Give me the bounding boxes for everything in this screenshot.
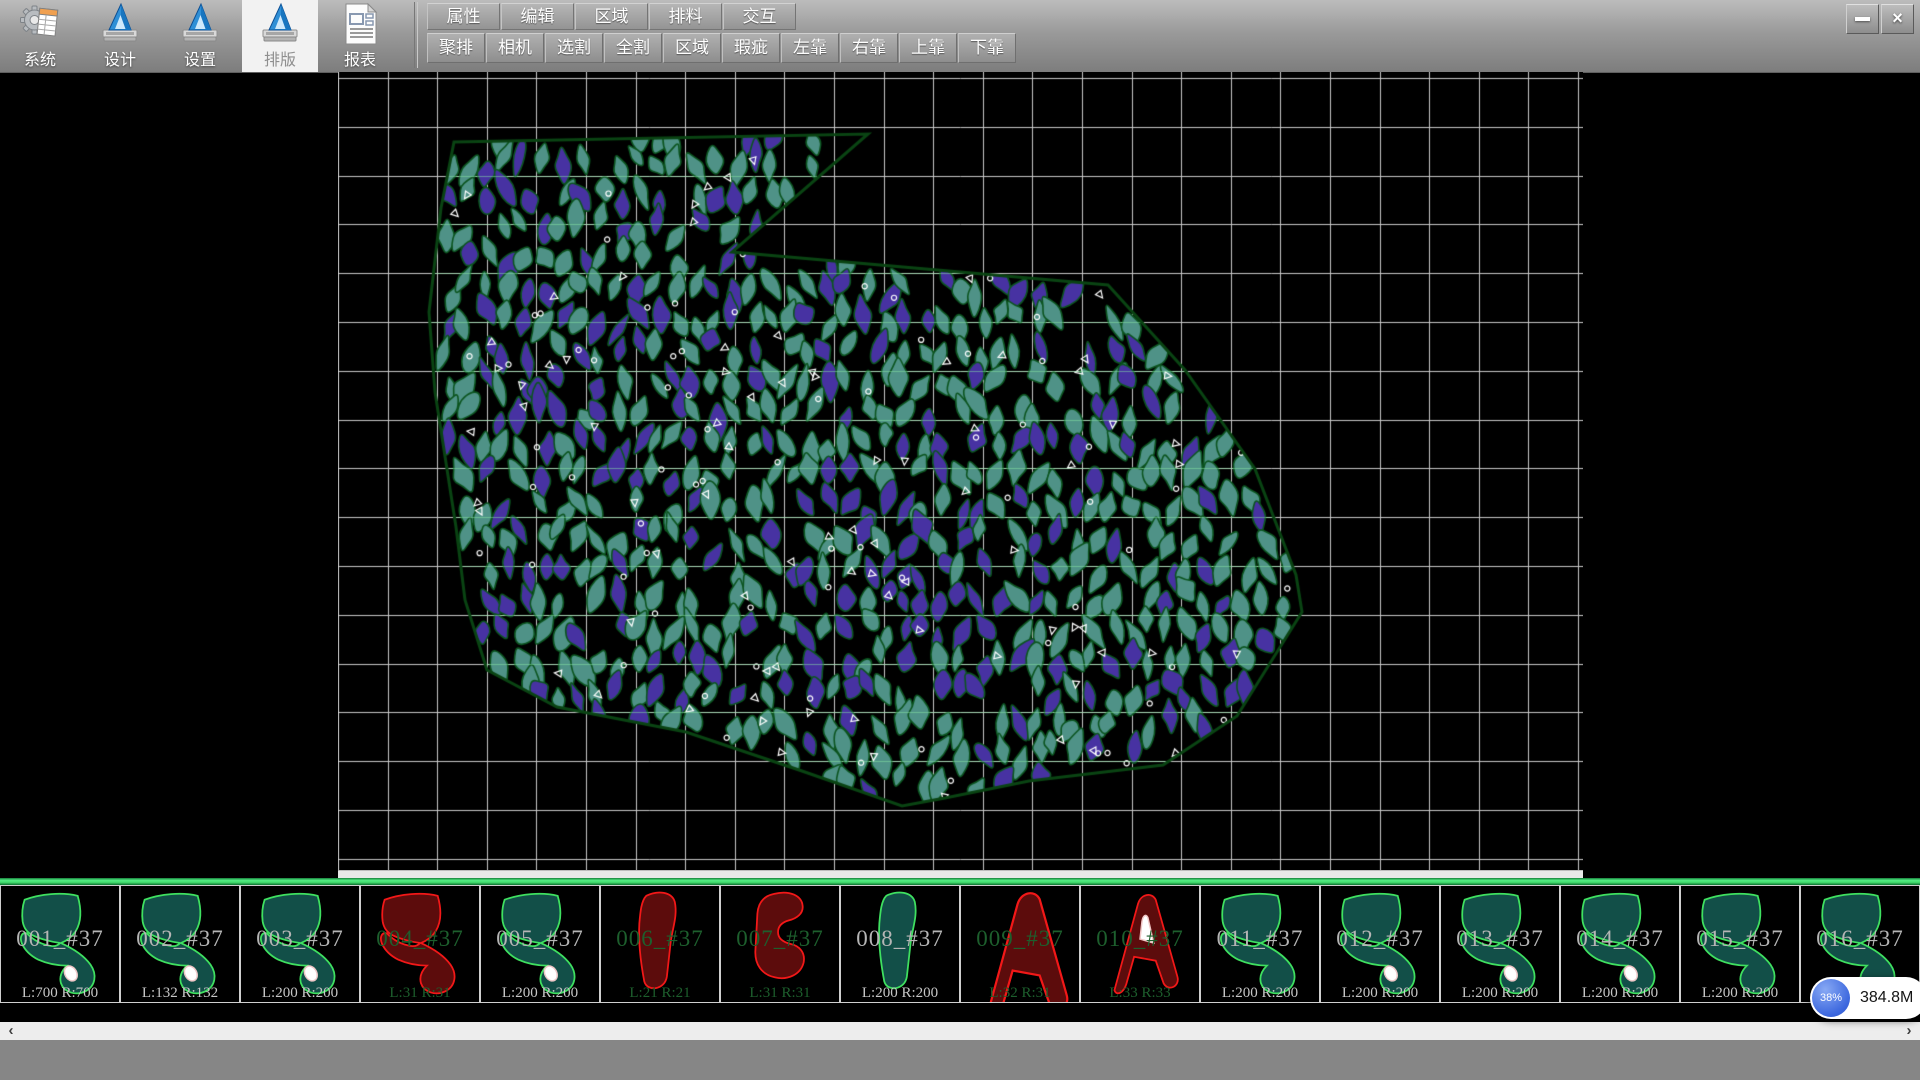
piece-id-label: 014_#37 [1561, 926, 1679, 952]
action-button-区域[interactable]: 区域 [663, 33, 721, 63]
piece-thumbnail-003_#37[interactable]: 003_#37 L:200 R:200 [240, 885, 360, 1003]
piece-id-label: 002_#37 [121, 926, 239, 952]
piece-id-label: 003_#37 [241, 926, 359, 952]
piece-count-label: L:31 R:31 [361, 985, 479, 1002]
piece-thumbnail-007_#37[interactable]: 007_#37 L:31 R:31 [720, 885, 840, 1003]
toolbar-divider [414, 2, 418, 68]
piece-id-label: 004_#37 [361, 926, 479, 952]
window-bottom-frame [0, 1040, 1920, 1080]
piece-thumbnail-010_#37[interactable]: 010_#37 L:33 R:33 [1080, 885, 1200, 1003]
set-square-icon [100, 2, 140, 46]
nesting-canvas[interactable] [338, 72, 1583, 870]
piece-thumbnail-001_#37[interactable]: 001_#37 L:700 R:700 [0, 885, 120, 1003]
piece-id-label: 016_#37 [1801, 926, 1919, 952]
piece-id-label: 007_#37 [721, 926, 839, 952]
piece-count-label: L:200 R:200 [841, 985, 959, 1002]
action-button-选割[interactable]: 选割 [545, 33, 603, 63]
piece-thumbnail-strip: 001_#37 L:700 R:700 002_#37 L:132 R:132 … [0, 885, 1920, 1003]
main-button-report[interactable]: 报表 [322, 0, 398, 72]
piece-thumbnail-004_#37[interactable]: 004_#37 L:31 R:31 [360, 885, 480, 1003]
memory-usage-badge[interactable]: 38% 384.8M [1810, 977, 1920, 1019]
main-button-label: 设计 [82, 46, 158, 70]
action-button-右靠[interactable]: 右靠 [840, 33, 898, 63]
piece-thumbnail-013_#37[interactable]: 013_#37 L:200 R:200 [1440, 885, 1560, 1003]
piece-count-label: L:200 R:200 [241, 985, 359, 1002]
piece-count-label: L:200 R:200 [1201, 985, 1319, 1002]
action-button-瑕疵[interactable]: 瑕疵 [722, 33, 780, 63]
piece-id-label: 011_#37 [1201, 926, 1319, 952]
piece-count-label: L:200 R:200 [1561, 985, 1679, 1002]
strip-accent-line [0, 878, 1920, 885]
piece-id-label: 012_#37 [1321, 926, 1439, 952]
piece-thumbnail-009_#37[interactable]: 009_#37 L:32 R:31 [960, 885, 1080, 1003]
action-button-聚排[interactable]: 聚排 [427, 33, 485, 63]
piece-id-label: 008_#37 [841, 926, 959, 952]
piece-thumbnail-005_#37[interactable]: 005_#37 L:200 R:200 [480, 885, 600, 1003]
toolbar: 系统 设计 设置 排版 报表 属性编辑区域排料交互 聚排相机选割全割区域瑕疵左靠… [0, 0, 1920, 73]
piece-id-label: 015_#37 [1681, 926, 1799, 952]
tab-区域[interactable]: 区域 [575, 3, 648, 30]
action-button-相机[interactable]: 相机 [486, 33, 544, 63]
minimize-icon [1855, 17, 1870, 21]
report-doc-icon [340, 2, 380, 46]
system-gear-icon [18, 2, 62, 46]
piece-count-label: L:200 R:200 [481, 985, 599, 1002]
piece-count-label: L:21 R:21 [601, 985, 719, 1002]
piece-id-label: 010_#37 [1081, 926, 1199, 952]
action-button-下靠[interactable]: 下靠 [958, 33, 1016, 63]
piece-thumbnail-006_#37[interactable]: 006_#37 L:21 R:21 [600, 885, 720, 1003]
piece-thumbnail-002_#37[interactable]: 002_#37 L:132 R:132 [120, 885, 240, 1003]
main-button-label: 设置 [162, 46, 238, 70]
action-button-左靠[interactable]: 左靠 [781, 33, 839, 63]
piece-count-label: L:200 R:200 [1321, 985, 1439, 1002]
piece-thumbnail-008_#37[interactable]: 008_#37 L:200 R:200 [840, 885, 960, 1003]
tab-交互[interactable]: 交互 [723, 3, 796, 30]
set-square-icon [260, 2, 300, 46]
tab-编辑[interactable]: 编辑 [501, 3, 574, 30]
piece-thumbnail-015_#37[interactable]: 015_#37 L:200 R:200 [1680, 885, 1800, 1003]
piece-id-label: 006_#37 [601, 926, 719, 952]
scroll-right-arrow[interactable]: › [1900, 1022, 1918, 1040]
piece-count-label: L:31 R:31 [721, 985, 839, 1002]
piece-count-label: L:700 R:700 [1, 985, 119, 1002]
piece-thumbnail-012_#37[interactable]: 012_#37 L:200 R:200 [1320, 885, 1440, 1003]
tab-排料[interactable]: 排料 [649, 3, 722, 30]
piece-id-label: 001_#37 [1, 926, 119, 952]
piece-count-label: L:132 R:132 [121, 985, 239, 1002]
main-button-label: 系统 [2, 46, 78, 70]
piece-thumbnail-011_#37[interactable]: 011_#37 L:200 R:200 [1200, 885, 1320, 1003]
tab-属性[interactable]: 属性 [427, 3, 500, 30]
main-button-design[interactable]: 设计 [82, 0, 158, 72]
piece-id-label: 013_#37 [1441, 926, 1559, 952]
action-button-上靠[interactable]: 上靠 [899, 33, 957, 63]
application-window: 系统 设计 设置 排版 报表 属性编辑区域排料交互 聚排相机选割全割区域瑕疵左靠… [0, 0, 1920, 1080]
action-button-全割[interactable]: 全割 [604, 33, 662, 63]
close-button[interactable]: × [1881, 4, 1914, 34]
main-button-settings[interactable]: 设置 [162, 0, 238, 72]
minimize-button[interactable] [1846, 4, 1879, 34]
set-square-icon [180, 2, 220, 46]
scroll-left-arrow[interactable]: ‹ [2, 1022, 20, 1040]
piece-count-label: L:33 R:33 [1081, 985, 1199, 1002]
piece-count-label: L:200 R:200 [1681, 985, 1799, 1002]
memory-usage-value: 384.8M [1852, 989, 1920, 1007]
main-button-system[interactable]: 系统 [2, 0, 78, 72]
piece-count-label: L:200 R:200 [1441, 985, 1559, 1002]
piece-thumbnail-014_#37[interactable]: 014_#37 L:200 R:200 [1560, 885, 1680, 1003]
close-icon: × [1892, 8, 1903, 28]
piece-id-label: 005_#37 [481, 926, 599, 952]
main-button-layout[interactable]: 排版 [242, 0, 318, 72]
main-button-label: 排版 [242, 46, 318, 70]
window-horizontal-scrollbar[interactable]: ‹ › [0, 1022, 1920, 1040]
main-button-label: 报表 [322, 46, 398, 70]
piece-id-label: 009_#37 [961, 926, 1079, 952]
piece-count-label: L:32 R:31 [961, 985, 1079, 1002]
cpu-percent-indicator: 38% [1812, 979, 1850, 1017]
